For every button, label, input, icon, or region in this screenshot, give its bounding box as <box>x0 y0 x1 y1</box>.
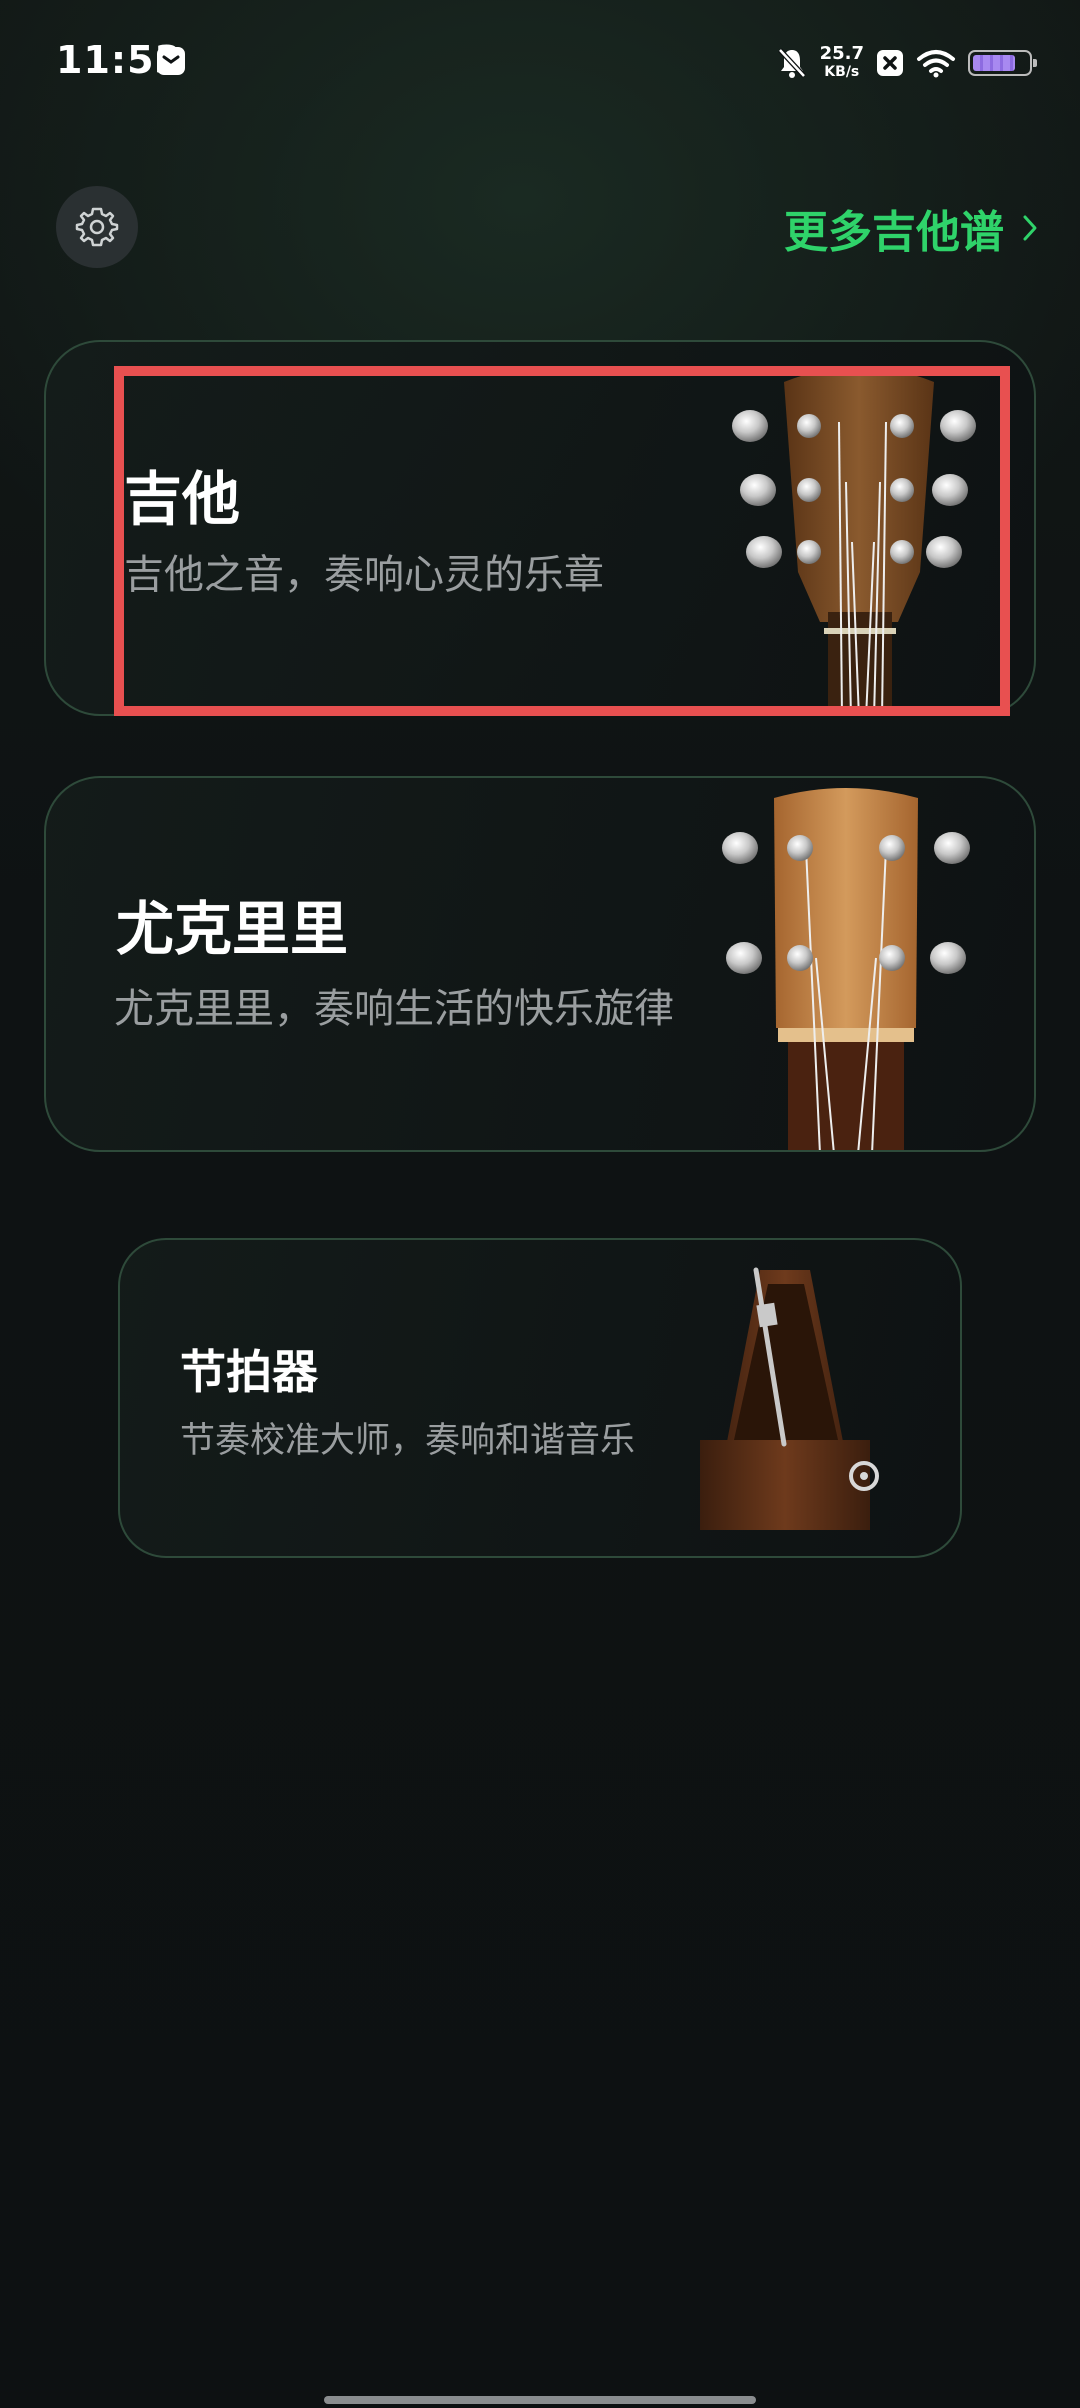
status-icons: 25.7 KB/s <box>776 40 1037 86</box>
guitar-headstock-image <box>732 367 976 714</box>
metronome-card[interactable]: 节拍器 节奏校准大师，奏响和谐音乐 <box>118 1238 962 1558</box>
metronome-image <box>700 1267 879 1530</box>
metronome-card-subtitle: 节奏校准大师，奏响和谐音乐 <box>180 1421 636 1461</box>
more-guitar-tabs-link[interactable]: 更多吉他谱 <box>784 198 1040 258</box>
battery-icon <box>968 50 1037 76</box>
net-speed: 25.7 KB/s <box>820 44 864 82</box>
net-speed-value: 25.7 <box>819 43 864 64</box>
ukulele-card[interactable]: 尤克里里 尤克里里，奏响生活的快乐旋律 <box>44 776 1036 1152</box>
app-screen: 11:53 25.7 KB/s 更多吉他谱 吉他 吉他之音，奏响心灵的乐章 尤克… <box>0 0 1080 2408</box>
ukulele-headstock-image <box>722 788 970 1150</box>
ukulele-card-subtitle: 尤克里里，奏响生活的快乐旋律 <box>114 986 674 1032</box>
guitar-card[interactable]: 吉他 吉他之音，奏响心灵的乐章 <box>44 340 1036 716</box>
more-link-label: 更多吉他谱 <box>784 207 1004 258</box>
message-icon <box>157 47 185 75</box>
battery-tip <box>1033 59 1037 67</box>
metronome-card-title: 节拍器 <box>180 1345 318 1399</box>
status-bar: 11:53 25.7 KB/s <box>0 0 1080 120</box>
guitar-card-title: 吉他 <box>124 465 241 533</box>
chevron-right-icon <box>1023 215 1037 241</box>
wifi-icon <box>917 50 955 78</box>
ukulele-card-title: 尤克里里 <box>116 895 349 963</box>
gear-icon <box>75 207 119 247</box>
home-indicator[interactable] <box>324 2396 756 2404</box>
net-speed-unit: KB/s <box>824 64 860 80</box>
settings-button[interactable] <box>56 186 138 268</box>
guitar-card-subtitle: 吉他之音，奏响心灵的乐章 <box>124 552 604 598</box>
battery-level <box>973 55 1016 71</box>
close-box-icon <box>877 50 903 76</box>
bell-muted-icon <box>777 48 806 78</box>
